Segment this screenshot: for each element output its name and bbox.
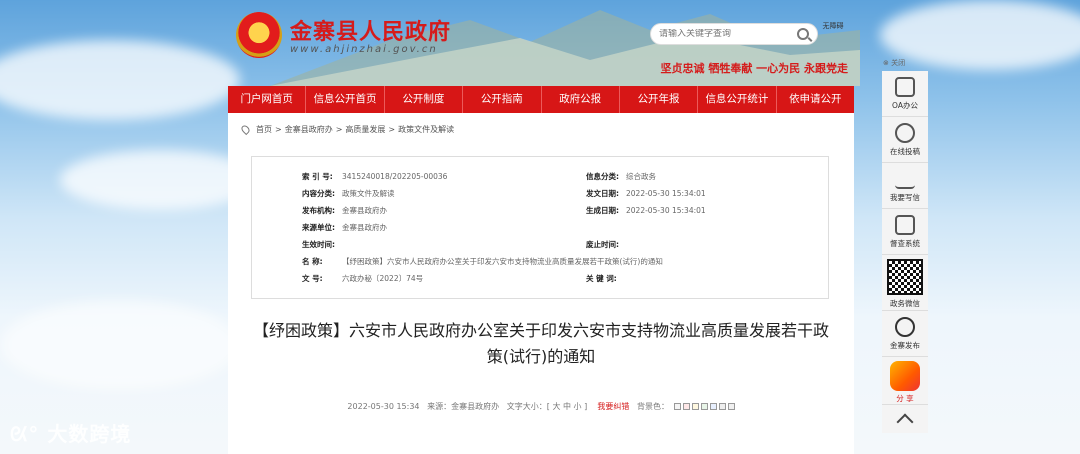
nav-statistics[interactable]: 信息公开统计 bbox=[698, 86, 777, 113]
qr-code-icon bbox=[887, 259, 923, 295]
correction-link[interactable]: 我要纠错 bbox=[597, 402, 629, 411]
meta-value: 3415240018/202205-00036 bbox=[342, 172, 448, 181]
meta-label: 生效时间: bbox=[302, 240, 335, 249]
sidebar-share[interactable]: 分 享 bbox=[882, 357, 928, 405]
national-emblem-icon bbox=[236, 12, 282, 58]
sidebar-label: 在线投稿 bbox=[890, 147, 920, 156]
bg-color-label: 背景色： bbox=[637, 402, 670, 411]
inbox-icon bbox=[895, 215, 915, 235]
sidebar-wechat[interactable]: 政务微信 bbox=[882, 255, 928, 311]
nav-system[interactable]: 公开制度 bbox=[385, 86, 464, 113]
sidebar-submit[interactable]: 在线投稿 bbox=[882, 117, 928, 163]
breadcrumb: 首页 > 金寨县政府办 > 高质量发展 > 政策文件及解读 bbox=[239, 123, 454, 136]
sidebar-label: 督查系统 bbox=[890, 239, 920, 248]
meta-value: 政策文件及解读 bbox=[342, 189, 395, 198]
sidebar-label: 我要写信 bbox=[890, 193, 920, 202]
meta-label: 来源单位: bbox=[302, 223, 335, 232]
breadcrumb-sep: > bbox=[335, 125, 343, 134]
share-logo-icon bbox=[890, 361, 920, 391]
watermark-text: 大数跨境 bbox=[47, 422, 132, 446]
breadcrumb-policy[interactable]: 政策文件及解读 bbox=[398, 124, 454, 135]
nav-annual-report[interactable]: 公开年报 bbox=[620, 86, 699, 113]
meta-label: 索 引 号: bbox=[302, 172, 333, 181]
meta-value: 综合政务 bbox=[626, 172, 656, 181]
meta-label: 发文日期: bbox=[586, 189, 619, 198]
meta-value: 金寨县政府办 bbox=[342, 206, 387, 215]
article-info: 2022-05-30 15:34 来源：金寨县政府办 文字大小：[ 大 中 小 … bbox=[248, 401, 834, 412]
breadcrumb-sep: > bbox=[388, 125, 396, 134]
nav-info-home[interactable]: 信息公开首页 bbox=[306, 86, 385, 113]
sidebar-label: 分 享 bbox=[896, 394, 914, 403]
meta-value: 金寨县政府办 bbox=[342, 223, 387, 232]
site-title[interactable]: 金寨县人民政府 bbox=[290, 14, 451, 46]
article-title: 【纾困政策】六安市人民政府办公室关于印发六安市支持物流业高质量发展若干政策(试行… bbox=[252, 321, 829, 366]
sidebar-supervision[interactable]: 督查系统 bbox=[882, 209, 928, 255]
bg-swatch[interactable] bbox=[718, 403, 726, 410]
sidebar-oa[interactable]: OA办公 bbox=[882, 71, 928, 117]
breadcrumb-home[interactable]: 首页 bbox=[256, 124, 272, 135]
nav-gazette[interactable]: 政府公报 bbox=[542, 86, 620, 113]
site-url: www.ahjinzhai.gov.cn bbox=[290, 44, 438, 55]
breadcrumb-sep: > bbox=[275, 125, 282, 134]
bg-swatch[interactable] bbox=[709, 403, 717, 410]
meta-label: 发布机构: bbox=[302, 206, 335, 215]
monitor-icon bbox=[895, 77, 915, 97]
chevron-up-icon bbox=[896, 413, 914, 431]
sidebar-letter[interactable]: 我要写信 bbox=[882, 163, 928, 209]
meta-label: 文 号: bbox=[302, 274, 323, 283]
nav-portal-home[interactable]: 门户网首页 bbox=[228, 86, 307, 113]
back-to-top-button[interactable] bbox=[882, 405, 928, 433]
main-content: 首页 > 金寨县政府办 > 高质量发展 > 政策文件及解读 索 引 号: 3415… bbox=[228, 113, 854, 454]
accessibility-link[interactable]: 无障碍 bbox=[822, 22, 844, 31]
bg-swatch[interactable] bbox=[673, 403, 681, 410]
slogan: 坚贞忠诚 牺牲奉献 一心为民 永跟党走 bbox=[660, 62, 849, 75]
nav-guide[interactable]: 公开指南 bbox=[463, 86, 542, 113]
bg-swatch[interactable] bbox=[682, 403, 690, 410]
meta-label: 关 键 词: bbox=[586, 274, 617, 283]
chat-icon bbox=[895, 123, 915, 143]
sidebar-label: 金寨发布 bbox=[890, 341, 920, 350]
breadcrumb-quality[interactable]: 高质量发展 bbox=[345, 124, 385, 135]
bg-swatch[interactable] bbox=[691, 403, 699, 410]
weibo-icon bbox=[895, 317, 915, 337]
meta-value: 六政办秘〔2022〕74号 bbox=[342, 274, 424, 283]
watermark: ᘡ° 大数跨境 bbox=[10, 422, 132, 446]
nav-request[interactable]: 依申请公开 bbox=[777, 86, 854, 113]
pen-icon bbox=[895, 169, 915, 189]
search-box bbox=[650, 23, 818, 45]
meta-label: 废止时间: bbox=[586, 240, 619, 249]
meta-label: 内容分类: bbox=[302, 189, 335, 198]
bg-swatch[interactable] bbox=[727, 403, 735, 410]
article-source: 来源：金寨县政府办 bbox=[427, 402, 500, 411]
meta-value: 2022-05-30 15:34:01 bbox=[626, 206, 706, 215]
bg-swatch[interactable] bbox=[700, 403, 708, 410]
meta-value: 2022-05-30 15:34:01 bbox=[626, 189, 706, 198]
article-date: 2022-05-30 15:34 bbox=[347, 402, 420, 411]
sidebar-label: OA办公 bbox=[892, 101, 918, 110]
site-header: 金寨县人民政府 www.ahjinzhai.gov.cn 无障碍 坚贞忠诚 牺牲… bbox=[228, 0, 854, 86]
sidebar-weibo[interactable]: 金寨发布 bbox=[882, 311, 928, 357]
main-nav: 门户网首页 信息公开首页 公开制度 公开指南 政府公报 公开年报 信息公开统计 … bbox=[228, 86, 854, 113]
sidebar-label: 政务微信 bbox=[890, 299, 920, 308]
sidebar-close[interactable]: ⊗ 关闭 bbox=[883, 58, 905, 68]
meta-label: 信息分类: bbox=[586, 172, 619, 181]
floating-sidebar: OA办公 在线投稿 我要写信 督查系统 政务微信 金寨发布 分 享 bbox=[882, 71, 928, 433]
meta-label: 生成日期: bbox=[586, 206, 619, 215]
search-icon[interactable] bbox=[797, 28, 809, 40]
document-metadata: 索 引 号: 3415240018/202205-00036 信息分类: 综合政务 … bbox=[251, 156, 829, 299]
meta-value: 【纾困政策】六安市人民政府办公室关于印发六安市支持物流业高质量发展若干政策(试行… bbox=[342, 257, 663, 266]
font-size-control[interactable]: 文字大小：[ 大 中 小 ] bbox=[507, 402, 587, 411]
meta-label: 名 称: bbox=[302, 257, 323, 266]
sidebar-close-label: 关闭 bbox=[891, 59, 906, 67]
breadcrumb-office[interactable]: 金寨县政府办 bbox=[285, 124, 333, 135]
location-pin-icon bbox=[239, 123, 252, 136]
search-input[interactable] bbox=[659, 29, 797, 39]
